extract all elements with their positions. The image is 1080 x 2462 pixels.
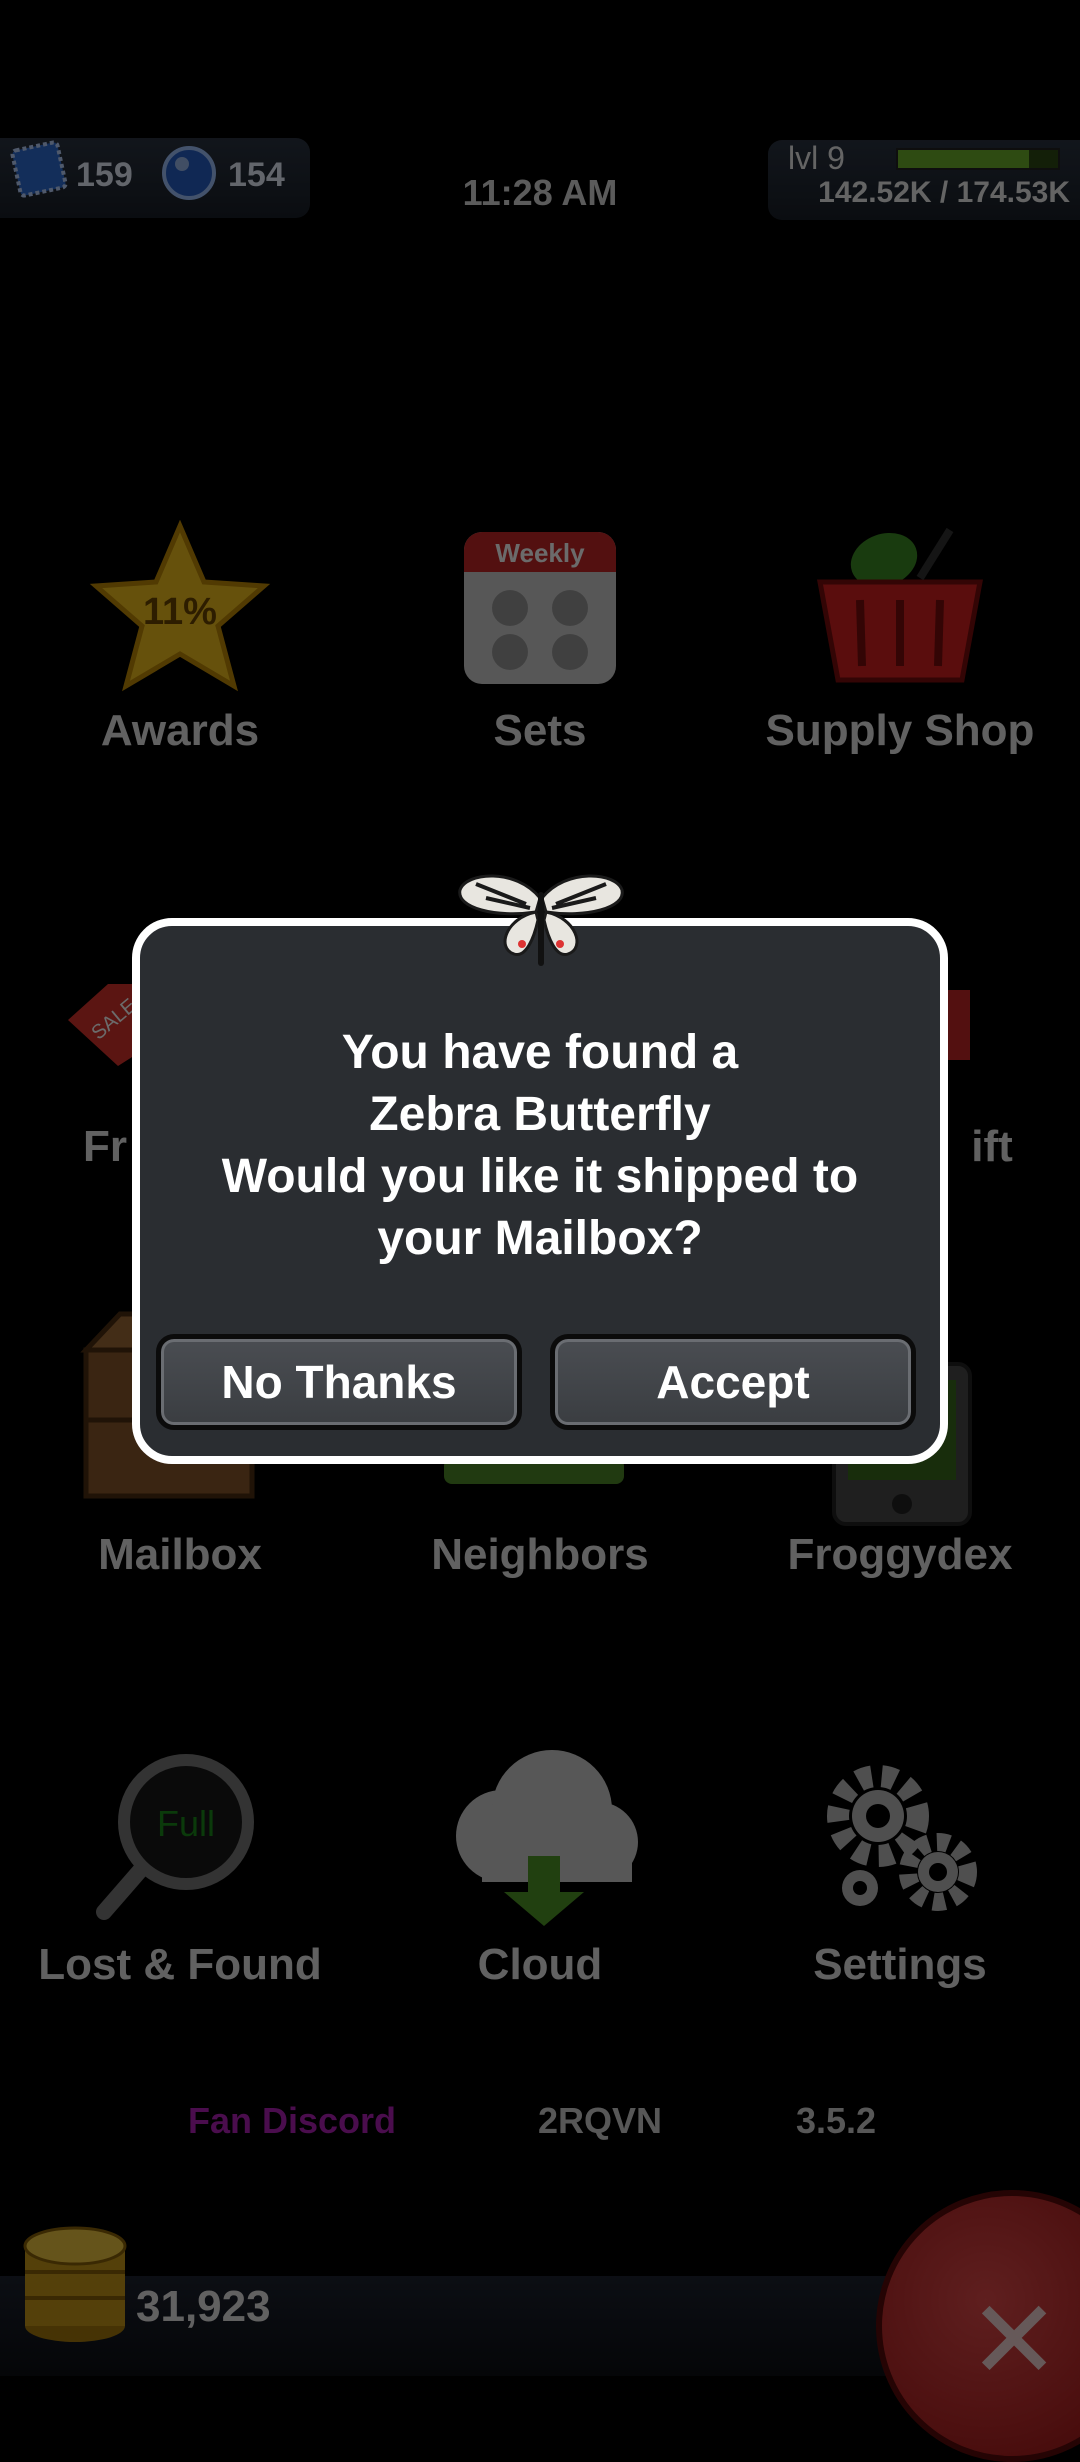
cloud-label: Cloud <box>477 1940 603 1989</box>
cloud-tile[interactable]: Cloud <box>390 1740 690 2010</box>
settings-label: Settings <box>813 1940 987 1989</box>
sets-calendar-icon: Weekly <box>464 532 616 684</box>
close-icon: ✕ <box>968 2279 1061 2402</box>
accept-button[interactable]: Accept <box>550 1334 916 1430</box>
xp-text: 142.52K / 174.53K <box>818 176 1070 209</box>
coin-stack-icon <box>23 2226 127 2342</box>
sets-badge: Weekly <box>495 538 585 568</box>
dialog-line-3: Would you like it shipped to <box>221 1150 859 1203</box>
player-code: 2RQVN <box>538 2100 663 2141</box>
dialog-message: You have found a Zebra Butterfly Would y… <box>140 1022 940 1270</box>
found-item-dialog: You have found a Zebra Butterfly Would y… <box>132 918 948 1464</box>
mailbox-label: Mailbox <box>98 1530 262 1579</box>
sets-label: Sets <box>493 706 587 755</box>
stamp-count: 159 <box>76 156 133 194</box>
awards-label: Awards <box>100 706 260 755</box>
lost-found-label: Lost & Found <box>38 1940 322 1989</box>
awards-badge: 11% <box>143 591 217 633</box>
shopping-basket-icon <box>816 527 984 683</box>
no-thanks-button[interactable]: No Thanks <box>156 1334 522 1430</box>
gears-icon <box>827 1765 977 1911</box>
clock: 11:28 AM <box>462 172 618 213</box>
supply-shop-tile[interactable]: Supply Shop <box>750 510 1050 770</box>
zebra-butterfly-icon <box>458 874 624 966</box>
blue-orb-icon <box>162 146 216 200</box>
stamp-icon <box>10 140 68 198</box>
xp-progress-bar <box>896 148 1060 170</box>
neighbors-label: Neighbors <box>431 1530 649 1579</box>
magnifier-icon: Full <box>96 1754 254 1920</box>
orb-count: 154 <box>228 156 285 194</box>
lost-found-tile[interactable]: Full Lost & Found <box>30 1740 330 2010</box>
dialog-line-2: Zebra Butterfly <box>369 1088 711 1141</box>
cloud-download-icon <box>456 1750 638 1926</box>
level-label: lvl 9 <box>788 140 845 176</box>
awards-tile[interactable]: 11% Awards <box>30 510 330 770</box>
sets-tile[interactable]: Weekly Sets <box>390 510 690 770</box>
fan-discord-link[interactable]: Fan Discord <box>188 2100 396 2142</box>
settings-tile[interactable]: Settings <box>750 1740 1050 2010</box>
lost-found-badge: Full <box>157 1803 215 1844</box>
supply-shop-label: Supply Shop <box>765 706 1035 755</box>
coin-count: 31,923 <box>136 2282 271 2331</box>
froggydex-label: Froggydex <box>787 1530 1013 1579</box>
xp-progress-fill <box>898 150 1029 168</box>
version-label: 3.5.2 <box>796 2100 877 2141</box>
dialog-line-4: your Mailbox? <box>377 1212 703 1265</box>
dialog-line-1: You have found a <box>341 1026 739 1079</box>
star-icon: 11% <box>89 520 271 692</box>
